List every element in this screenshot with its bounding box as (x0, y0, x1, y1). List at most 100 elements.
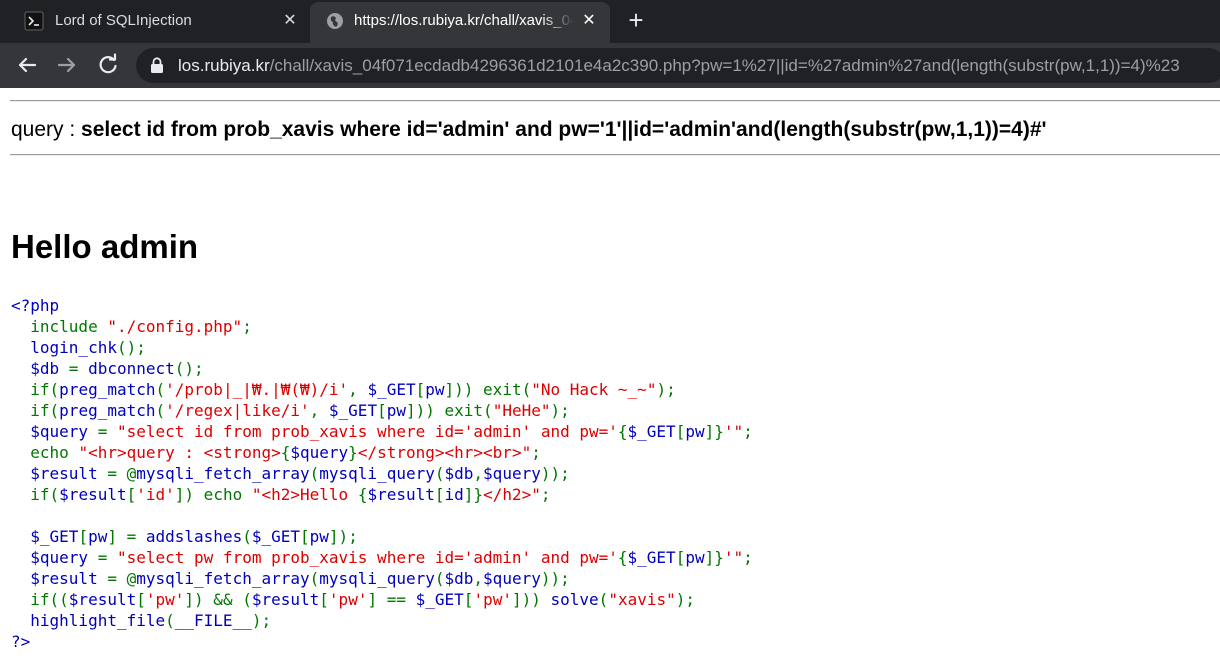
reload-icon (99, 53, 117, 74)
code-token: ?> (11, 632, 31, 651)
code-token: = @ (107, 569, 137, 588)
code-token: if( (11, 485, 60, 504)
hello-heading: Hello admin (11, 228, 199, 265)
code-token: ; (540, 485, 551, 504)
code-token: 'pw' (473, 590, 512, 609)
code-token: ; (743, 548, 753, 567)
code-token: ]) echo (174, 485, 252, 504)
code-line: $result = @mysqli_fetch_array(mysqli_que… (11, 463, 753, 484)
code-token: = (97, 422, 117, 441)
code-token: ; (242, 317, 252, 336)
code-line: $_GET[pw] = addslashes($_GET[pw]); (11, 526, 753, 547)
tab-lord-of-sqlinjection[interactable]: Lord of SQLInjection ✕ (0, 0, 308, 43)
code-token: pw (685, 422, 705, 441)
code-token: "HeHe" (492, 401, 551, 420)
globe-icon (325, 11, 345, 31)
code-token: $_GET (415, 590, 464, 609)
horizontal-rule (10, 100, 1220, 102)
terminal-icon (24, 11, 44, 31)
code-line: $db = dbconnect(); (11, 358, 753, 379)
close-tab-icon[interactable]: ✕ (281, 12, 299, 30)
code-token: , (348, 380, 368, 399)
code-token: id (444, 485, 464, 504)
code-line: highlight_file(__FILE__); (11, 610, 753, 631)
code-token: ( (309, 464, 320, 483)
code-token: '/prob|_|₩.|₩(₩)/i' (165, 380, 349, 399)
code-line: if(preg_match('/regex|like/i', $_GET[pw]… (11, 400, 753, 421)
code-token: ( (309, 569, 320, 588)
code-token: ( (434, 569, 445, 588)
code-token: [ (300, 527, 310, 546)
code-token: </strong><hr><br>" (357, 443, 532, 462)
code-token: $_GET (627, 422, 676, 441)
code-token: mysqli_fetch_array (136, 569, 310, 588)
code-token: "<hr>query : <strong> (78, 443, 281, 462)
url-text[interactable]: los.rubiya.kr/chall/xavis_04f071ecdadb42… (178, 56, 1180, 76)
lock-icon[interactable] (150, 57, 164, 74)
code-token: highlight_file (11, 611, 166, 630)
code-token: )); (540, 464, 570, 483)
query-line: query : select id from prob_xavis where … (11, 118, 1047, 142)
code-token: $_GET (627, 548, 676, 567)
code-token: $result (11, 569, 108, 588)
code-token: $db (444, 464, 474, 483)
address-bar[interactable]: los.rubiya.kr/chall/xavis_04f071ecdadb42… (136, 48, 1220, 83)
code-token: ]} (463, 485, 484, 504)
code-token: include (11, 317, 108, 336)
code-token: ); (656, 380, 676, 399)
code-token: $result (251, 590, 320, 609)
code-token: pw (386, 401, 406, 420)
code-token: [ (319, 590, 329, 609)
code-token: ])) exit( (405, 401, 493, 420)
code-line: if(preg_match('/prob|_|₩.|₩(₩)/i', $_GET… (11, 379, 753, 400)
code-token: ] == (367, 590, 416, 609)
code-token: mysqli_query (319, 464, 435, 483)
code-token: $result (11, 464, 108, 483)
tab-strip: Lord of SQLInjection ✕ https://los.rubiy… (0, 0, 1220, 43)
code-token: ]} (704, 422, 724, 441)
code-token: $_GET (367, 380, 416, 399)
new-tab-button[interactable]: + (623, 7, 649, 34)
code-token: { (280, 443, 291, 462)
code-token: ])) (511, 590, 551, 609)
code-line: echo "<hr>query : <strong>{$query}</stro… (11, 442, 753, 463)
code-token: $db (11, 359, 69, 378)
close-tab-icon[interactable]: ✕ (580, 12, 598, 30)
code-token: 'pw' (145, 590, 185, 609)
tab-xavis[interactable]: https://los.rubiya.kr/chall/xavis_04f071… (310, 2, 610, 43)
code-token: <?php (11, 296, 60, 315)
code-token: preg_match (59, 380, 156, 399)
forward-button[interactable] (53, 51, 81, 79)
code-line: if(($result['pw']) && ($result['pw'] == … (11, 589, 753, 610)
code-token: $_GET (251, 527, 301, 546)
code-token: { (617, 548, 628, 567)
code-token: $query (290, 443, 349, 462)
code-token: , (309, 401, 329, 420)
code-token: pw (685, 548, 705, 567)
code-token: login_chk (11, 338, 117, 357)
code-token: ; (531, 443, 541, 462)
code-token: ]) && ( (184, 590, 252, 609)
code-token: echo (11, 443, 79, 462)
arrow-right-icon (57, 57, 76, 73)
code-line: $query = "select id from prob_xavis wher… (11, 421, 753, 442)
query-label: query : (11, 118, 82, 141)
code-token: '/regex|like/i' (165, 401, 310, 420)
code-line: <?php (11, 295, 753, 316)
horizontal-rule (10, 154, 1220, 156)
code-token: (); (174, 359, 204, 378)
code-token: $_GET (11, 527, 79, 546)
code-token: = (68, 359, 89, 378)
url-host: los.rubiya.kr (178, 56, 270, 75)
code-token: pw (88, 527, 108, 546)
code-token: = (97, 548, 117, 567)
reload-button[interactable] (94, 51, 122, 79)
code-line: $query = "select pw from prob_xavis wher… (11, 547, 753, 568)
code-token: $result (367, 485, 435, 504)
back-button[interactable] (13, 51, 41, 79)
code-token: $_GET (328, 401, 378, 420)
code-token: $query (11, 422, 98, 441)
code-token: [ (675, 422, 686, 441)
code-token: mysqli_query (319, 569, 435, 588)
code-token: preg_match (59, 401, 156, 420)
